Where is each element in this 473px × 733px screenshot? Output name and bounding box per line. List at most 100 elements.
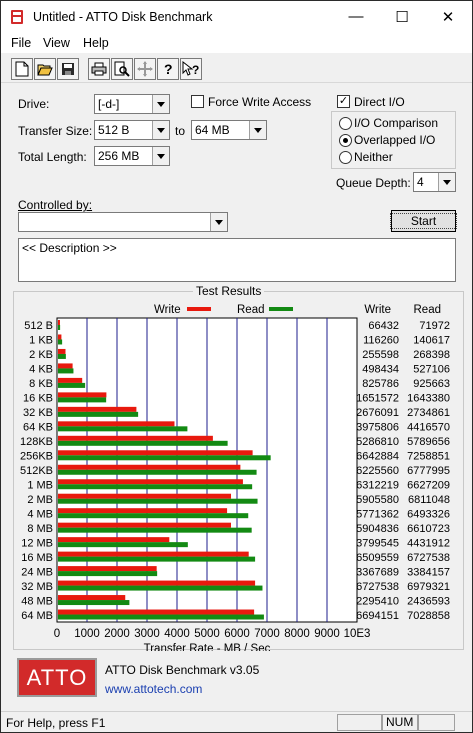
write-bar: [58, 609, 255, 615]
category-label: 32 KB: [23, 407, 53, 419]
write-bar: [58, 464, 241, 470]
write-bar: [58, 551, 249, 557]
read-bar: [58, 368, 74, 374]
read-column-header: Read: [414, 304, 442, 316]
category-label: 64 MB: [21, 610, 53, 622]
write-bar: [58, 450, 253, 456]
read-bar: [58, 455, 271, 461]
x-tick-label: 1000: [74, 628, 100, 640]
category-label: 128KB: [20, 436, 53, 448]
write-value: 6312219: [356, 479, 399, 491]
category-label: 8 MB: [27, 523, 53, 535]
read-value: 6811048: [408, 494, 450, 506]
read-value: 7028858: [407, 610, 450, 622]
category-label: 512KB: [20, 465, 53, 477]
write-value: 5771362: [356, 508, 399, 520]
app-window: Untitled - ATTO Disk Benchmark — ☐ ✕ Fil…: [0, 0, 473, 733]
read-bar: [58, 339, 63, 345]
product-name: ATTO Disk Benchmark v3.05: [105, 663, 260, 677]
x-tick-label: 7000: [254, 628, 280, 640]
write-value: 6694151: [356, 610, 399, 622]
write-bar: [58, 348, 66, 354]
read-value: 3384157: [407, 566, 450, 578]
category-label: 16 KB: [23, 393, 53, 405]
write-value: 66432: [368, 320, 399, 332]
read-value: 268398: [413, 349, 450, 361]
read-bar: [58, 325, 61, 330]
x-tick-label: 0: [54, 628, 60, 640]
category-label: 32 MB: [21, 581, 53, 593]
read-value: 4431912: [407, 537, 450, 549]
read-value: 2734861: [407, 407, 450, 419]
results-chart: 0 1000 2000 3000 4000 5000 6000 7000 8000 9000 10E…: [20, 304, 450, 651]
atto-logo: ATTO: [17, 658, 97, 697]
read-value: 6727538: [407, 552, 450, 564]
category-label: 8 KB: [29, 378, 53, 390]
write-bar: [58, 537, 170, 543]
read-bar: [58, 397, 107, 403]
category-label: 2 MB: [27, 494, 53, 506]
write-bar: [58, 421, 175, 427]
legend-write-swatch: [187, 307, 211, 311]
status-message: For Help, press F1: [6, 716, 106, 730]
write-value: 498434: [362, 364, 399, 376]
x-tick-label: 2000: [104, 628, 130, 640]
write-bar: [58, 320, 60, 325]
read-value: 1643380: [407, 393, 450, 405]
write-bar: [58, 566, 157, 572]
read-value: 5789656: [407, 436, 450, 448]
read-value: 6493326: [407, 508, 450, 520]
read-bar: [58, 469, 257, 475]
category-label: 1 MB: [27, 479, 53, 491]
write-value: 3799545: [356, 537, 399, 549]
status-bar: For Help, press F1 NUM: [1, 711, 472, 732]
x-tick-label: 4000: [164, 628, 190, 640]
read-value: 6777995: [407, 465, 450, 477]
status-pane-scroll: [418, 714, 455, 731]
write-value: 116260: [363, 335, 399, 347]
read-value: 140617: [413, 335, 450, 347]
logo-text: ATTO: [26, 664, 88, 690]
read-bar: [58, 614, 264, 620]
write-value: 255598: [362, 349, 399, 361]
category-label: 4 MB: [27, 508, 53, 520]
x-tick-label: 3000: [134, 628, 160, 640]
website-link[interactable]: www.attotech.com: [105, 682, 202, 696]
read-bar: [58, 585, 263, 591]
num-lock-indicator: NUM: [382, 714, 418, 731]
write-bar: [58, 435, 213, 441]
read-bar: [58, 440, 228, 446]
x-axis-label: Transfer Rate - MB / Sec: [144, 643, 271, 651]
category-label: 12 MB: [21, 537, 53, 549]
x-tick-label: 6000: [224, 628, 250, 640]
write-bar: [58, 392, 107, 398]
legend-read-swatch: [269, 307, 293, 311]
read-bar: [58, 542, 188, 548]
write-bar: [58, 522, 231, 528]
write-value: 1651572: [356, 393, 399, 405]
status-pane-empty: [337, 714, 382, 731]
write-column-header: Write: [364, 304, 391, 316]
x-tick-label: 9000: [314, 628, 340, 640]
x-tick-label: 5000: [194, 628, 220, 640]
read-bar: [58, 513, 249, 519]
write-value: 6727538: [356, 581, 399, 593]
read-value: 71972: [419, 320, 450, 332]
category-label: 4 KB: [29, 364, 53, 376]
read-bar: [58, 571, 158, 577]
write-bar: [58, 580, 256, 586]
write-value: 6225560: [356, 465, 399, 477]
read-value: 6627209: [407, 479, 450, 491]
write-bar: [58, 479, 243, 485]
read-bar: [58, 411, 139, 417]
write-bar: [58, 406, 137, 412]
read-bar: [58, 382, 86, 388]
legend-write-label: Write: [154, 304, 181, 316]
write-value: 6509559: [356, 552, 399, 564]
read-bar: [58, 484, 253, 490]
write-value: 3975806: [356, 422, 399, 434]
legend-read-label: Read: [237, 304, 265, 316]
write-value: 5286810: [356, 436, 399, 448]
category-label: 1 KB: [29, 335, 53, 347]
write-value: 2295410: [356, 595, 399, 607]
